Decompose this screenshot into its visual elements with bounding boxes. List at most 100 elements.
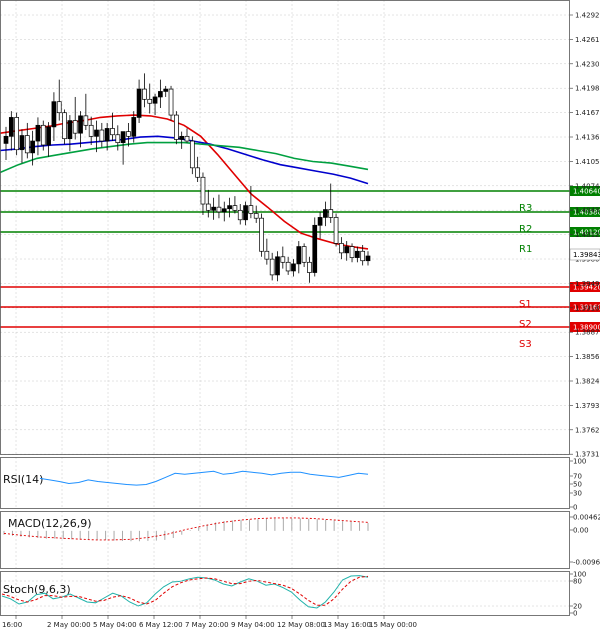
- bull-candle: [126, 131, 131, 137]
- price-tick-label: 1.41365: [575, 134, 600, 142]
- bull-candle: [216, 206, 222, 213]
- bear-candle: [227, 205, 232, 210]
- price-tick-label: 1.41050: [575, 158, 600, 166]
- bull-candle: [72, 120, 78, 134]
- bull-candle: [62, 112, 67, 140]
- bull-candle: [174, 114, 179, 140]
- price-tick-label: 1.38245: [575, 378, 600, 386]
- bull-candle: [147, 98, 153, 104]
- bear-candle: [365, 255, 371, 262]
- stochastic-panel: Stoch(9,6,3): [0, 575, 570, 609]
- time-tick-label: 9 May 04:00: [231, 621, 275, 629]
- bull-candle: [349, 246, 355, 258]
- bull-candle: [328, 209, 334, 218]
- bear-candle: [94, 129, 99, 137]
- sub-tick-label: -0.00960: [573, 559, 600, 567]
- bear-candle: [19, 135, 25, 151]
- price-tick-label: 1.37935: [575, 402, 600, 410]
- bear-candle: [78, 115, 83, 134]
- bull-candle: [110, 128, 115, 136]
- bear-candle: [67, 120, 73, 140]
- bear-candle: [104, 128, 110, 142]
- price-tick-label: 1.38560: [575, 353, 600, 361]
- sub-tick-label: 70: [573, 473, 582, 481]
- bull-candle: [232, 205, 238, 211]
- bull-candle: [88, 124, 94, 137]
- bear-candle: [120, 131, 126, 143]
- bull-candle: [14, 117, 19, 151]
- level-label-r1: R1: [519, 244, 532, 255]
- bull-candle: [333, 217, 339, 244]
- bear-candle: [221, 208, 227, 213]
- bear-candle: [323, 209, 328, 218]
- bear-candle: [163, 88, 169, 92]
- bull-candle: [285, 261, 291, 272]
- sub-tick-label: 0: [573, 610, 577, 618]
- rsi-line: [39, 470, 369, 486]
- sub-tick-label: 80: [573, 578, 582, 586]
- bull-candle: [339, 243, 344, 254]
- time-tick-label: 12 May 08:00: [277, 621, 325, 629]
- price-tick-label: 1.39495: [575, 280, 600, 288]
- price-tick-label: 1.38870: [575, 329, 600, 337]
- level-label-s1: S1: [519, 299, 532, 310]
- candles: [3, 73, 371, 283]
- bear-candle: [275, 256, 280, 276]
- bull-candle: [184, 135, 190, 142]
- bull-candle: [360, 250, 366, 262]
- time-tick-label: 13 May 16:00: [323, 621, 371, 629]
- price-tick-label: 1.40120: [575, 231, 600, 239]
- macd-panel: MACD(12,26,9): [3, 517, 369, 542]
- level-label-r2: R2: [519, 224, 532, 235]
- time-axis: 16:00 2 May 00:00 5 May 04:00 6 May 12:00 7 …: [2, 615, 417, 629]
- forex-chart: 1.40640R3 1.40380R2 1.40120R11.39420S1 1.39…: [0, 0, 600, 629]
- price-tick-label: 1.40430: [575, 207, 600, 215]
- time-tick-label: 16:00: [2, 621, 22, 629]
- bear-candle: [46, 126, 51, 146]
- panel-border: [0, 0, 570, 455]
- bear-candle: [344, 246, 350, 254]
- bull-candle: [56, 101, 62, 114]
- bear-candle: [243, 205, 248, 221]
- level-label-s3: S3: [519, 339, 532, 350]
- macd-label: MACD(12,26,9): [8, 517, 92, 530]
- bull-candle: [142, 88, 147, 100]
- price-tick-label: 1.41675: [575, 109, 600, 117]
- bear-candle: [136, 88, 142, 118]
- bear-candle: [3, 135, 9, 144]
- rsi-panel: RSI(14): [3, 470, 369, 486]
- level-label-s2: S2: [519, 319, 532, 330]
- bear-candle: [312, 224, 318, 273]
- bull-candle: [168, 88, 174, 116]
- bear-candle: [317, 217, 323, 226]
- bull-candle: [99, 129, 105, 142]
- sub-tick-label: 0.004625: [573, 514, 600, 522]
- bear-candle: [35, 124, 41, 142]
- bear-candle: [296, 246, 302, 265]
- bear-candle: [211, 206, 216, 211]
- price-tick-label: 1.41985: [575, 85, 600, 93]
- rsi-label: RSI(14): [3, 473, 43, 486]
- time-tick-label: 7 May 20:00: [185, 621, 229, 629]
- price-axis: 1.42920 1.42610 1.42300 1.41985 1.41675 1.413…: [570, 12, 600, 459]
- bull-candle: [205, 203, 211, 211]
- sub-tick-label: 50: [573, 481, 582, 489]
- bear-candle: [51, 101, 57, 128]
- bear-candle: [291, 263, 296, 272]
- bear-candle: [8, 117, 14, 137]
- moving-average-line: [0, 141, 369, 174]
- bull-candle: [307, 261, 312, 273]
- bull-candle: [264, 250, 270, 260]
- bull-candle: [195, 167, 200, 178]
- price-tick-label: 1.42610: [575, 36, 600, 44]
- time-tick-label: 6 May 12:00: [139, 621, 183, 629]
- bull-candle: [24, 135, 30, 154]
- price-tick-label: 1.42300: [575, 60, 600, 68]
- price-tick-label: 1.40740: [575, 182, 600, 190]
- bull-candle: [115, 134, 121, 143]
- bull-candle: [40, 124, 46, 146]
- time-tick-label: 15 May 00:00: [369, 621, 417, 629]
- current-price-label: 1.39843: [573, 251, 600, 259]
- sub-panel-axes: 10070503000.0046250.00-0.0096010080200: [570, 458, 600, 618]
- bear-candle: [355, 250, 360, 258]
